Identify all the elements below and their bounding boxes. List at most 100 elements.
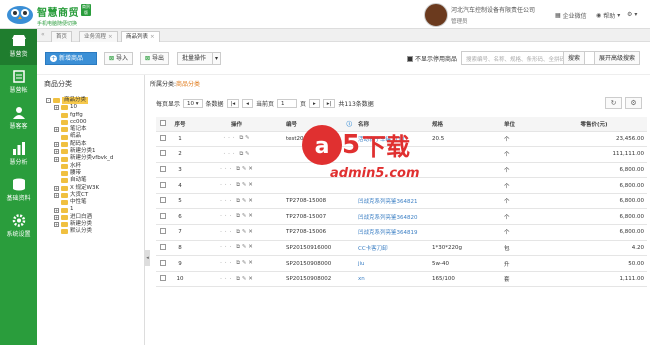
expand-toggle-icon[interactable]: + — [54, 149, 59, 155]
close-icon[interactable]: × — [150, 34, 155, 40]
delete-icon[interactable]: ✕ — [248, 276, 253, 282]
tree-node[interactable]: + 新建分类vfbvk_d — [46, 155, 113, 162]
settings-button[interactable]: ⚙ ▾ — [627, 11, 637, 18]
more-icon[interactable]: ··· — [220, 182, 234, 188]
tab-home[interactable]: 首页 — [51, 31, 73, 42]
expand-toggle-icon[interactable]: + — [54, 156, 59, 162]
sidebar-item-analysis[interactable]: 慧分析 — [0, 137, 37, 173]
edit-icon[interactable]: ✎ — [242, 182, 247, 188]
edit-icon[interactable]: ✎ — [245, 135, 250, 141]
sidebar-item-settings[interactable]: 系统设置 — [0, 209, 37, 245]
more-icon[interactable]: ··· — [220, 260, 234, 266]
row-name-link[interactable]: jiu — [355, 255, 429, 272]
batch-ops-button[interactable]: 批量操作 ▾ — [177, 52, 222, 65]
last-page-button[interactable]: ▸| — [322, 99, 336, 108]
table-row[interactable]: 7 ··· ⧉ ✎ ✕ TP2708-15006 凹战克系列亮鉴364819 个 6,80… — [156, 224, 647, 241]
row-checkbox[interactable] — [156, 193, 170, 210]
more-icon[interactable]: ··· — [220, 166, 234, 172]
row-checkbox[interactable] — [156, 162, 170, 179]
table-row[interactable]: 9 ··· ⧉ ✎ ✕ SP20150908000 jiu 5w-40 升 50.00 — [156, 255, 647, 272]
sidebar-item-ledger[interactable]: 慧营帐 — [0, 65, 37, 101]
copy-icon[interactable]: ⧉ — [236, 198, 240, 204]
copy-icon[interactable]: ⧉ — [236, 213, 240, 219]
hide-disabled-checkbox[interactable]: 不显示停用商品 — [407, 54, 457, 63]
delete-icon[interactable]: ✕ — [248, 198, 253, 204]
expand-toggle-icon[interactable]: + — [54, 222, 59, 228]
edit-icon[interactable]: ✎ — [242, 166, 247, 172]
tree-node[interactable]: fgffg — [46, 112, 113, 119]
table-row[interactable]: 8 ··· ⧉ ✎ ✕ SP20150916000 CC卡客刀卸 1*30*220g 包 4… — [156, 240, 647, 257]
tree-node[interactable]: + 配码本 — [46, 141, 113, 148]
edit-icon[interactable]: ✎ — [242, 260, 247, 266]
delete-icon[interactable]: ✕ — [248, 244, 253, 250]
edit-icon[interactable]: ✎ — [242, 213, 247, 219]
edit-icon[interactable]: ✎ — [242, 198, 247, 204]
more-icon[interactable]: ··· — [220, 198, 234, 204]
edit-icon[interactable]: ✎ — [242, 229, 247, 235]
copy-icon[interactable]: ⧉ — [236, 244, 240, 250]
row-name-link[interactable]: CC卡客刀卸 — [355, 240, 429, 257]
company-avatar[interactable] — [424, 3, 448, 27]
copy-icon[interactable]: ⧉ — [236, 166, 240, 172]
expand-toggle-icon[interactable]: + — [54, 214, 59, 220]
export-button[interactable]: ⊠ 导出 — [140, 52, 170, 65]
table-row[interactable]: 6 ··· ⧉ ✎ ✕ TP2708-15007 凹战克系列亮鉴364820 个 6,80… — [156, 208, 647, 226]
prev-page-button[interactable]: ◂ — [242, 99, 253, 108]
row-checkbox[interactable] — [156, 208, 170, 226]
import-button[interactable]: ⊠ 导入 — [104, 52, 134, 65]
more-icon[interactable]: ··· — [220, 244, 234, 250]
first-page-button[interactable]: |◂ — [226, 99, 240, 108]
expand-toggle-icon[interactable]: + — [54, 141, 59, 147]
row-checkbox[interactable] — [156, 131, 170, 148]
row-name-link[interactable]: xn — [355, 271, 429, 288]
row-checkbox[interactable] — [156, 224, 170, 241]
tab-product-list[interactable]: 商品列表 × — [121, 31, 160, 42]
copy-icon[interactable]: ⧉ — [236, 182, 240, 188]
edit-icon[interactable]: ✎ — [242, 276, 247, 282]
row-name-link[interactable]: 凹战克系列亮鉴364820 — [355, 208, 429, 226]
help-link[interactable]: ◉ 帮助 ▾ — [596, 11, 620, 20]
add-product-button[interactable]: + 新增商品 — [45, 52, 97, 65]
close-icon[interactable]: × — [108, 34, 113, 40]
tree-node[interactable]: 自动笔 — [46, 177, 113, 184]
sidebar-item-shop[interactable]: 慧营货 — [0, 29, 37, 65]
more-icon[interactable]: ··· — [223, 135, 237, 141]
expand-toggle-icon[interactable]: + — [54, 185, 59, 191]
row-checkbox[interactable] — [156, 177, 170, 194]
delete-icon[interactable]: ✕ — [248, 229, 253, 235]
delete-icon[interactable]: ✕ — [248, 166, 253, 172]
copy-icon[interactable]: ⧉ — [239, 151, 243, 157]
next-page-button[interactable]: ▸ — [308, 99, 320, 108]
edit-icon[interactable]: ✎ — [242, 244, 247, 250]
more-icon[interactable]: ··· — [220, 229, 234, 235]
page-input[interactable]: 1 — [276, 99, 297, 108]
delete-icon[interactable]: ✕ — [248, 260, 253, 266]
copy-icon[interactable]: ⧉ — [239, 135, 243, 141]
sidebar-item-customer[interactable]: 慧客客 — [0, 101, 37, 137]
more-icon[interactable]: ··· — [223, 151, 237, 157]
tree-node[interactable]: 水杯 — [46, 163, 113, 170]
refresh-icon[interactable]: ↻ — [605, 97, 622, 109]
tree-node[interactable]: - 商品分类 — [46, 97, 113, 105]
row-checkbox[interactable] — [156, 240, 170, 257]
tree-node[interactable]: +1 — [46, 206, 113, 213]
checkbox[interactable] — [407, 55, 413, 62]
sidebar-item-database[interactable]: 基础资料 — [0, 173, 37, 209]
table-row[interactable]: 5 ··· ⧉ ✎ ✕ TP2708-15008 凹战克系列亮鉴364821 个 6,80… — [156, 193, 647, 210]
expand-toggle-icon[interactable]: + — [54, 105, 59, 111]
more-icon[interactable]: ··· — [220, 213, 234, 219]
delete-icon[interactable]: ✕ — [248, 213, 253, 219]
row-checkbox[interactable] — [156, 146, 170, 163]
more-icon[interactable]: ··· — [220, 276, 234, 282]
tab-workflow[interactable]: 业务流程 × — [79, 31, 118, 42]
expand-toggle-icon[interactable]: + — [54, 207, 59, 213]
table-row[interactable]: 10 ··· ⧉ ✎ ✕ SP20150908002 xn 165/100 套 1,111.… — [156, 271, 647, 288]
tree-node[interactable]: 默认分类 — [46, 228, 113, 235]
row-name-link[interactable]: 凹战克系列亮鉴364819 — [355, 224, 429, 241]
copy-icon[interactable]: ⧉ — [236, 276, 240, 282]
expand-toggle-icon[interactable]: + — [54, 193, 59, 198]
row-checkbox[interactable] — [156, 255, 170, 272]
tree-node[interactable]: +10 — [46, 104, 113, 111]
expand-toggle-icon[interactable]: + — [54, 127, 59, 133]
row-checkbox[interactable] — [156, 271, 170, 288]
